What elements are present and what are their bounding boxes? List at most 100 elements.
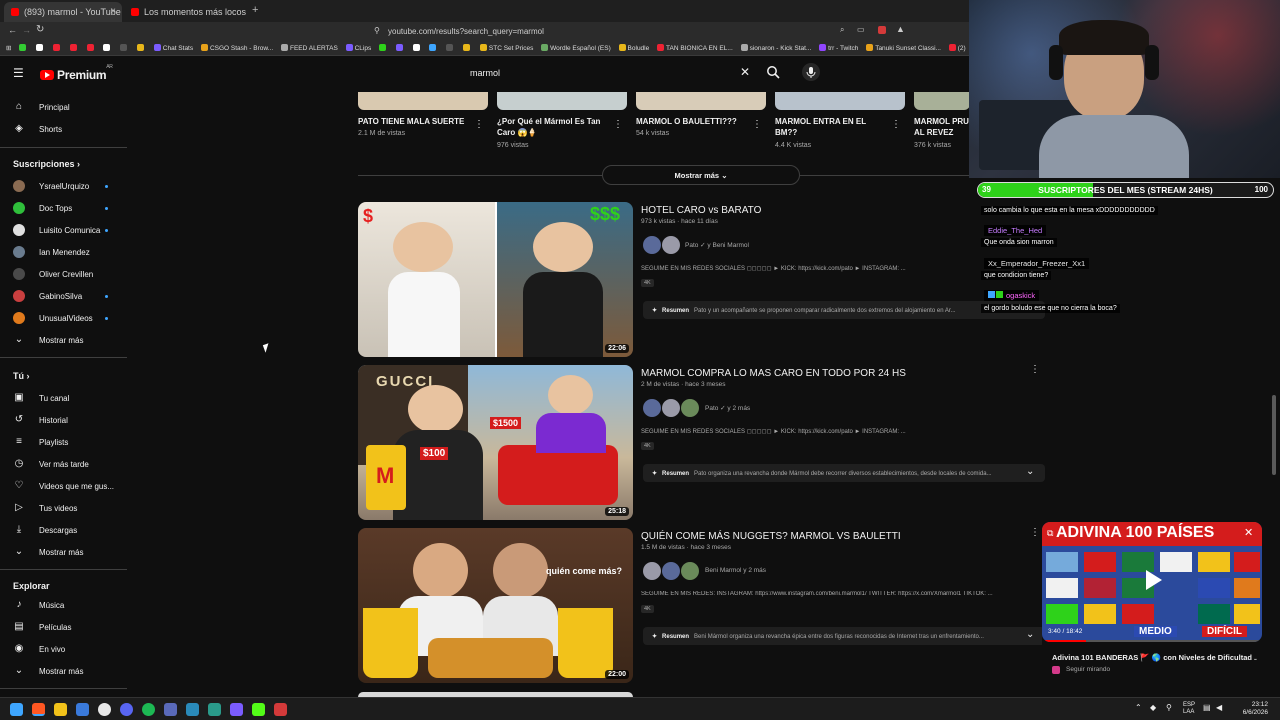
forward-icon[interactable]: →	[22, 25, 31, 35]
language-indicator[interactable]: ESP LAA	[1183, 702, 1195, 716]
short-thumbnail[interactable]	[775, 92, 905, 110]
app-icon[interactable]	[164, 703, 177, 716]
sidebar-item-musica[interactable]: ♪ Música	[0, 595, 127, 615]
sidebar-sub-item[interactable]: UnusualVideos	[0, 308, 127, 328]
ai-summary[interactable]: ✦ Resumen Pato organiza una revancha donde…	[643, 464, 1045, 482]
menu-icon[interactable]: ☰	[13, 66, 24, 80]
chrome-icon[interactable]	[98, 703, 111, 716]
tray-chevron-icon[interactable]: ⌃	[1135, 703, 1142, 712]
close-tab-icon[interactable]: ×	[110, 6, 116, 17]
subscriptions-heading[interactable]: Suscripciones ›	[13, 159, 80, 169]
bookmark-icon[interactable]	[52, 44, 62, 52]
apps-icon[interactable]: ⊞	[6, 44, 11, 52]
search-icon[interactable]	[766, 65, 780, 79]
short-title[interactable]: MARMOL PRU AL REVEZ	[914, 116, 970, 138]
bookmark-icon[interactable]	[429, 44, 438, 52]
bookmark-icon[interactable]	[19, 44, 28, 52]
video-channel[interactable]: Beni Marmol y 2 más	[705, 567, 766, 574]
bookmark-star-icon[interactable]: ▲	[896, 24, 905, 34]
bookmark-icon[interactable]	[395, 44, 405, 52]
sidebar-item-descargas[interactable]: ⤓ Descargas	[0, 520, 127, 540]
scrollbar[interactable]	[1272, 395, 1276, 475]
reload-icon[interactable]: ↻	[36, 24, 44, 35]
mini-player-title[interactable]: Adivina 101 BANDERAS 🚩 🌎 con Niveles de …	[1052, 653, 1257, 662]
app-icon[interactable]	[274, 703, 287, 716]
sidebar-item-en-vivo[interactable]: ◉ En vivo	[0, 639, 127, 659]
kick-icon[interactable]	[252, 703, 265, 716]
sidebar-sub-item[interactable]: Ian Menendez	[0, 242, 127, 262]
bookmark-icon[interactable]	[136, 44, 146, 52]
sidebar-item-peliculas[interactable]: ▤ Películas	[0, 617, 127, 637]
bookmark-clips[interactable]: CLips	[345, 44, 371, 52]
folder-icon[interactable]	[54, 703, 67, 716]
clear-search-icon[interactable]: ✕	[740, 65, 750, 79]
short-thumbnail[interactable]	[497, 92, 627, 110]
more-options-icon[interactable]: ⋮	[1030, 365, 1040, 375]
mini-player-thumbnail[interactable]: ADIVINA 100 PAÍSES ✕ ⧉ MEDIO DIFÍCIL 3:4…	[1042, 522, 1262, 642]
sidebar-item-playlists[interactable]: ≡ Playlists	[0, 432, 127, 452]
usb-icon[interactable]: ⚲	[1166, 703, 1172, 712]
sidebar-item-liked-videos[interactable]: ♡ Videos que me gus...	[0, 476, 127, 496]
short-title[interactable]: ¿Por Qué el Mármol Es Tan Caro 😱🍦	[497, 116, 607, 138]
cast-icon[interactable]: ▭	[857, 25, 865, 34]
avatar[interactable]	[662, 236, 680, 254]
windows-start-icon[interactable]	[10, 703, 23, 716]
network-icon[interactable]: ◆	[1150, 703, 1156, 712]
pip-icon[interactable]: ⧉	[1047, 528, 1053, 539]
more-options-icon[interactable]: ⋮	[474, 120, 484, 130]
bookmark-icon[interactable]	[446, 44, 455, 52]
bookmark-icon[interactable]	[86, 44, 96, 52]
mic-icon[interactable]	[802, 63, 820, 81]
sidebar-sub-item[interactable]: Luisito Comunica	[0, 220, 127, 240]
app-icon[interactable]	[120, 703, 133, 716]
avatar[interactable]	[681, 399, 699, 417]
volume-icon[interactable]: ◀	[1216, 703, 1222, 712]
site-info-icon[interactable]: ⚲	[374, 26, 380, 35]
sidebar-item-tus-videos[interactable]: ▷ Tus videos	[0, 498, 127, 518]
bookmark-boludle[interactable]: Boludle	[618, 44, 649, 52]
more-options-icon[interactable]: ⋮	[891, 120, 901, 130]
search-input[interactable]: marmol	[462, 62, 762, 84]
mini-player[interactable]: ADIVINA 100 PAÍSES ✕ ⧉ MEDIO DIFÍCIL 3:4…	[1042, 522, 1262, 687]
bookmark-icon[interactable]	[69, 44, 79, 52]
browser-tab-active[interactable]: (893) marmol - YouTube ×	[4, 2, 122, 22]
close-icon[interactable]: ✕	[1244, 526, 1253, 539]
sidebar-sub-item[interactable]: Doc Tops	[0, 198, 127, 218]
youtube-logo[interactable]: PremiumAR	[40, 64, 113, 82]
sidebar-item-shorts[interactable]: ◈ Shorts	[0, 119, 127, 139]
zoom-icon[interactable]: ⌕	[840, 25, 844, 35]
bookmark-wordle[interactable]: Wordle Español (ES)	[541, 44, 611, 52]
app-icon[interactable]	[186, 703, 199, 716]
video-thumbnail[interactable]: quién come más? 22:00	[358, 528, 633, 683]
sidebar-item-historial[interactable]: ↺ Historial	[0, 410, 127, 430]
sidebar-show-more[interactable]: ⌄ Mostrar más	[0, 661, 127, 681]
extension-icon[interactable]	[878, 26, 886, 34]
avatar[interactable]	[643, 562, 661, 580]
you-heading[interactable]: Tú ›	[13, 371, 30, 381]
bookmark-icon[interactable]	[36, 44, 45, 52]
sidebar-item-tu-canal[interactable]: ▣ Tu canal	[0, 388, 127, 408]
app-icon[interactable]	[76, 703, 89, 716]
sidebar-sub-item[interactable]: YsraelUrquizo	[0, 176, 127, 196]
bookmark-icon[interactable]	[463, 44, 472, 52]
ai-summary[interactable]: ✦ Resumen Beni Mármol organiza una revanch…	[643, 627, 1045, 645]
video-thumbnail[interactable]: $ $$$ 22:06	[358, 202, 633, 357]
more-options-icon[interactable]: ⋮	[1030, 528, 1040, 538]
avatar[interactable]	[662, 399, 680, 417]
more-options-icon[interactable]: ⋮	[613, 120, 623, 130]
short-thumbnail[interactable]	[636, 92, 766, 110]
more-options-icon[interactable]: ⋮	[752, 120, 762, 130]
video-thumbnail[interactable]: GUCCI M $1500 $100 25:18	[358, 365, 633, 520]
app-icon[interactable]	[208, 703, 221, 716]
bookmark-tan-bionica[interactable]: TAN BIONICA EN EL...	[657, 44, 733, 52]
bookmark-tanuki[interactable]: Tanuki Sunset Classi...	[866, 44, 941, 52]
chevron-down-icon[interactable]: ⌄	[1026, 466, 1034, 477]
sidebar-show-more[interactable]: ⌄ Mostrar más	[0, 330, 127, 350]
show-more-button[interactable]: Mostrar más ⌄	[602, 165, 800, 185]
video-channel[interactable]: Pato ✓ y Beni Marmol	[685, 241, 749, 249]
short-title[interactable]: MARMOL O BAULETTI???	[636, 116, 748, 127]
wifi-icon[interactable]: ▤	[1203, 703, 1211, 712]
video-title[interactable]: QUIÉN COME MÁS NUGGETS? MARMOL VS BAULET…	[641, 531, 901, 542]
brave-icon[interactable]	[32, 703, 45, 716]
bookmark-csgo-stash[interactable]: CSGO Stash - Brow...	[200, 44, 273, 52]
